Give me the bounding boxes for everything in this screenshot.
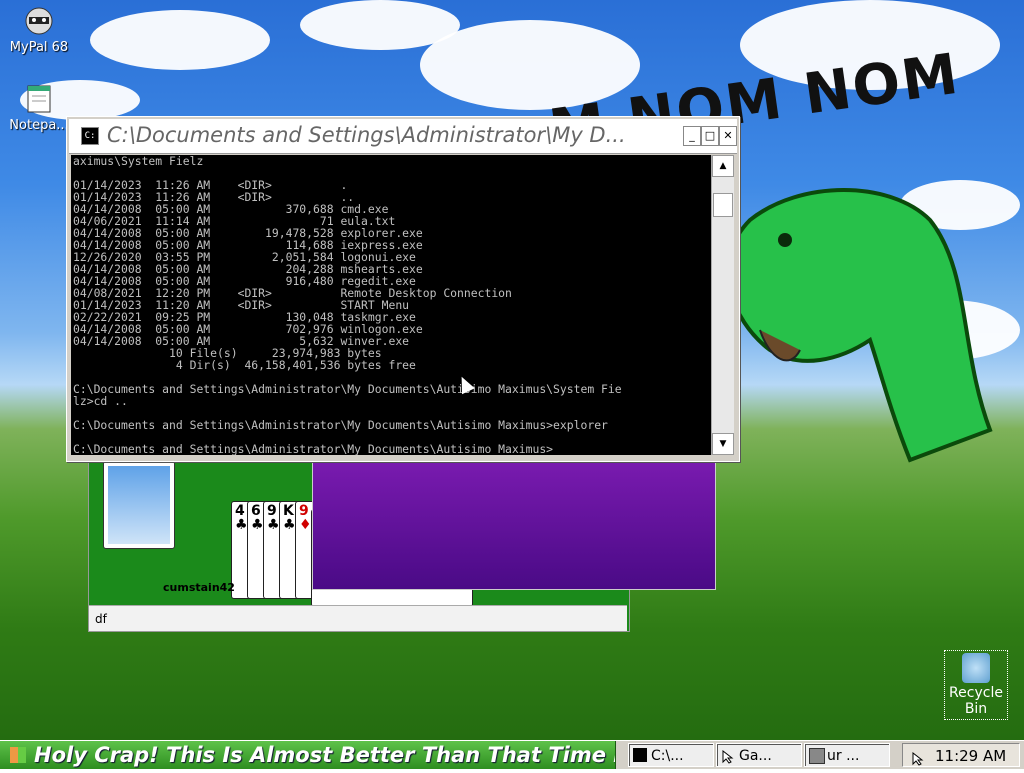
windows-flag-icon: [10, 747, 26, 763]
recycle-bin-icon: [962, 653, 990, 683]
desktop-icon-label: MyPal 68: [9, 40, 69, 55]
stock-pile[interactable]: [103, 461, 175, 549]
close-button[interactable]: ✕: [719, 126, 737, 146]
scrollbar-thumb[interactable]: [713, 193, 733, 217]
player-name: cumstain42: [163, 581, 235, 594]
app-icon: [809, 748, 825, 764]
raccoon-icon: [22, 4, 56, 38]
taskbar-button-app[interactable]: ur ...: [804, 743, 890, 767]
desktop-icon-label: Recycle Bin: [949, 685, 1003, 717]
start-button[interactable]: Holy Crap! This Is Almost Better Than Th…: [0, 741, 616, 769]
minimize-button[interactable]: _: [683, 126, 701, 146]
notepad-icon: [22, 82, 56, 116]
console-titlebar[interactable]: C: C:\Documents and Settings\Administrat…: [69, 119, 737, 154]
desktop-icon-recycle-bin[interactable]: Recycle Bin: [944, 650, 1008, 720]
vertical-scrollbar[interactable]: ▲ ▼: [711, 155, 734, 455]
console-window[interactable]: C: C:\Documents and Settings\Administrat…: [66, 116, 740, 462]
desktop: M NOM NOM MyPal 68 Notepa... 4 ♣ 6 ♣ 9 ♣ K ♣…: [0, 0, 1024, 740]
purple-window[interactable]: [312, 458, 716, 590]
window-title: C:\Documents and Settings\Administrator\…: [107, 123, 626, 147]
taskbar-button-game[interactable]: Ga...: [716, 743, 802, 767]
console-icon[interactable]: C:: [81, 127, 99, 145]
desktop-icon-notepad[interactable]: Notepa...: [4, 82, 74, 133]
taskbar-button-console[interactable]: C:\...: [628, 743, 714, 767]
maximize-button[interactable]: □: [701, 126, 719, 146]
cursor-icon: [721, 748, 735, 764]
cursor-icon: [911, 749, 925, 766]
status-bar: df: [89, 605, 627, 631]
system-tray: 11:29 AM: [902, 743, 1020, 767]
desktop-icon-label: Notepa...: [9, 118, 69, 133]
card-rank: K ♣: [283, 503, 296, 533]
start-button-label: Holy Crap! This Is Almost Better Than Th…: [34, 743, 616, 767]
cloud: [90, 10, 270, 70]
desktop-icon-mypal[interactable]: MyPal 68: [4, 4, 74, 55]
taskbar-button-label: C:\...: [651, 748, 684, 764]
taskbar-button-label: ur ...: [827, 748, 860, 764]
console-output[interactable]: aximus\System Fielz 01/14/2023 11:26 AM …: [71, 155, 711, 455]
clock[interactable]: 11:29 AM: [935, 747, 1006, 765]
console-icon: [633, 748, 647, 762]
card-rank: 6 ♣: [251, 503, 264, 533]
card-rank: 9 ♦: [299, 503, 312, 533]
taskbar: Holy Crap! This Is Almost Better Than Th…: [0, 740, 1024, 769]
scroll-up-icon[interactable]: ▲: [712, 155, 734, 177]
console-text: aximus\System Fielz 01/14/2023 11:26 AM …: [73, 155, 622, 455]
scroll-down-icon[interactable]: ▼: [712, 433, 734, 455]
card-rank: 4 ♣: [235, 503, 248, 533]
taskbar-button-label: Ga...: [739, 748, 772, 764]
card-rank: 9 ♣: [267, 503, 280, 533]
